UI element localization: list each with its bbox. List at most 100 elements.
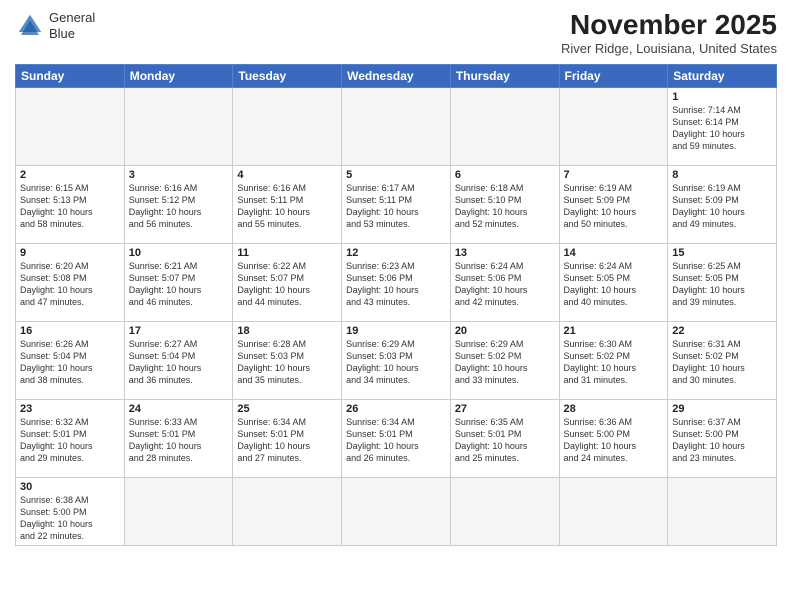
day-number: 6 [455, 169, 555, 181]
calendar-day-cell [233, 477, 342, 546]
calendar-day-cell: 7Sunrise: 6:19 AM Sunset: 5:09 PM Daylig… [559, 165, 668, 243]
calendar-header-row: SundayMondayTuesdayWednesdayThursdayFrid… [16, 64, 777, 87]
day-number: 9 [20, 247, 120, 259]
day-info: Sunrise: 6:28 AM Sunset: 5:03 PM Dayligh… [237, 338, 337, 387]
day-info: Sunrise: 6:33 AM Sunset: 5:01 PM Dayligh… [129, 416, 229, 465]
day-info: Sunrise: 6:22 AM Sunset: 5:07 PM Dayligh… [237, 260, 337, 309]
day-number: 26 [346, 403, 446, 415]
location: River Ridge, Louisiana, United States [561, 41, 777, 56]
day-of-week-header: Wednesday [342, 64, 451, 87]
day-number: 1 [672, 91, 772, 103]
calendar-day-cell: 13Sunrise: 6:24 AM Sunset: 5:06 PM Dayli… [450, 243, 559, 321]
calendar-day-cell: 17Sunrise: 6:27 AM Sunset: 5:04 PM Dayli… [124, 321, 233, 399]
calendar-week-row: 16Sunrise: 6:26 AM Sunset: 5:04 PM Dayli… [16, 321, 777, 399]
calendar-day-cell [559, 87, 668, 165]
day-info: Sunrise: 6:32 AM Sunset: 5:01 PM Dayligh… [20, 416, 120, 465]
day-info: Sunrise: 6:24 AM Sunset: 5:06 PM Dayligh… [455, 260, 555, 309]
calendar-day-cell: 22Sunrise: 6:31 AM Sunset: 5:02 PM Dayli… [668, 321, 777, 399]
day-number: 5 [346, 169, 446, 181]
calendar-day-cell: 27Sunrise: 6:35 AM Sunset: 5:01 PM Dayli… [450, 399, 559, 477]
day-info: Sunrise: 6:23 AM Sunset: 5:06 PM Dayligh… [346, 260, 446, 309]
day-number: 8 [672, 169, 772, 181]
day-number: 24 [129, 403, 229, 415]
calendar-day-cell [124, 477, 233, 546]
calendar-day-cell: 1Sunrise: 7:14 AM Sunset: 6:14 PM Daylig… [668, 87, 777, 165]
calendar-day-cell: 21Sunrise: 6:30 AM Sunset: 5:02 PM Dayli… [559, 321, 668, 399]
day-number: 14 [564, 247, 664, 259]
day-number: 3 [129, 169, 229, 181]
day-info: Sunrise: 6:15 AM Sunset: 5:13 PM Dayligh… [20, 182, 120, 231]
month-title: November 2025 [561, 10, 777, 41]
day-number: 28 [564, 403, 664, 415]
calendar-day-cell: 28Sunrise: 6:36 AM Sunset: 5:00 PM Dayli… [559, 399, 668, 477]
calendar-day-cell: 14Sunrise: 6:24 AM Sunset: 5:05 PM Dayli… [559, 243, 668, 321]
calendar-day-cell [124, 87, 233, 165]
day-number: 13 [455, 247, 555, 259]
calendar-day-cell [233, 87, 342, 165]
logo-text: General Blue [49, 10, 95, 41]
day-info: Sunrise: 6:26 AM Sunset: 5:04 PM Dayligh… [20, 338, 120, 387]
day-number: 17 [129, 325, 229, 337]
calendar-day-cell: 5Sunrise: 6:17 AM Sunset: 5:11 PM Daylig… [342, 165, 451, 243]
calendar-day-cell [559, 477, 668, 546]
day-number: 25 [237, 403, 337, 415]
day-info: Sunrise: 6:38 AM Sunset: 5:00 PM Dayligh… [20, 494, 120, 543]
day-number: 27 [455, 403, 555, 415]
day-of-week-header: Saturday [668, 64, 777, 87]
day-info: Sunrise: 6:18 AM Sunset: 5:10 PM Dayligh… [455, 182, 555, 231]
day-info: Sunrise: 6:36 AM Sunset: 5:00 PM Dayligh… [564, 416, 664, 465]
day-number: 7 [564, 169, 664, 181]
day-of-week-header: Friday [559, 64, 668, 87]
calendar-day-cell: 10Sunrise: 6:21 AM Sunset: 5:07 PM Dayli… [124, 243, 233, 321]
day-info: Sunrise: 6:25 AM Sunset: 5:05 PM Dayligh… [672, 260, 772, 309]
day-number: 19 [346, 325, 446, 337]
calendar-day-cell: 16Sunrise: 6:26 AM Sunset: 5:04 PM Dayli… [16, 321, 125, 399]
calendar-day-cell: 20Sunrise: 6:29 AM Sunset: 5:02 PM Dayli… [450, 321, 559, 399]
day-info: Sunrise: 6:29 AM Sunset: 5:03 PM Dayligh… [346, 338, 446, 387]
header: General Blue November 2025 River Ridge, … [15, 10, 777, 56]
calendar-day-cell: 12Sunrise: 6:23 AM Sunset: 5:06 PM Dayli… [342, 243, 451, 321]
calendar-day-cell [16, 87, 125, 165]
day-info: Sunrise: 7:14 AM Sunset: 6:14 PM Dayligh… [672, 104, 772, 153]
day-info: Sunrise: 6:19 AM Sunset: 5:09 PM Dayligh… [672, 182, 772, 231]
day-info: Sunrise: 6:34 AM Sunset: 5:01 PM Dayligh… [237, 416, 337, 465]
day-info: Sunrise: 6:24 AM Sunset: 5:05 PM Dayligh… [564, 260, 664, 309]
day-number: 4 [237, 169, 337, 181]
day-info: Sunrise: 6:16 AM Sunset: 5:11 PM Dayligh… [237, 182, 337, 231]
day-info: Sunrise: 6:19 AM Sunset: 5:09 PM Dayligh… [564, 182, 664, 231]
day-number: 29 [672, 403, 772, 415]
day-info: Sunrise: 6:29 AM Sunset: 5:02 PM Dayligh… [455, 338, 555, 387]
calendar-day-cell [450, 87, 559, 165]
day-info: Sunrise: 6:30 AM Sunset: 5:02 PM Dayligh… [564, 338, 664, 387]
day-number: 11 [237, 247, 337, 259]
day-of-week-header: Monday [124, 64, 233, 87]
day-info: Sunrise: 6:35 AM Sunset: 5:01 PM Dayligh… [455, 416, 555, 465]
day-number: 23 [20, 403, 120, 415]
calendar-week-row: 2Sunrise: 6:15 AM Sunset: 5:13 PM Daylig… [16, 165, 777, 243]
calendar-table: SundayMondayTuesdayWednesdayThursdayFrid… [15, 64, 777, 547]
calendar-day-cell [668, 477, 777, 546]
logo: General Blue [15, 10, 95, 41]
calendar-day-cell: 2Sunrise: 6:15 AM Sunset: 5:13 PM Daylig… [16, 165, 125, 243]
calendar-day-cell: 11Sunrise: 6:22 AM Sunset: 5:07 PM Dayli… [233, 243, 342, 321]
day-number: 2 [20, 169, 120, 181]
calendar-week-row: 9Sunrise: 6:20 AM Sunset: 5:08 PM Daylig… [16, 243, 777, 321]
calendar-week-row: 23Sunrise: 6:32 AM Sunset: 5:01 PM Dayli… [16, 399, 777, 477]
day-number: 15 [672, 247, 772, 259]
page: General Blue November 2025 River Ridge, … [0, 0, 792, 612]
day-number: 12 [346, 247, 446, 259]
calendar-day-cell: 8Sunrise: 6:19 AM Sunset: 5:09 PM Daylig… [668, 165, 777, 243]
day-info: Sunrise: 6:21 AM Sunset: 5:07 PM Dayligh… [129, 260, 229, 309]
calendar-day-cell: 3Sunrise: 6:16 AM Sunset: 5:12 PM Daylig… [124, 165, 233, 243]
day-number: 21 [564, 325, 664, 337]
title-block: November 2025 River Ridge, Louisiana, Un… [561, 10, 777, 56]
calendar-week-row: 1Sunrise: 7:14 AM Sunset: 6:14 PM Daylig… [16, 87, 777, 165]
calendar-day-cell: 26Sunrise: 6:34 AM Sunset: 5:01 PM Dayli… [342, 399, 451, 477]
calendar-day-cell: 9Sunrise: 6:20 AM Sunset: 5:08 PM Daylig… [16, 243, 125, 321]
day-info: Sunrise: 6:20 AM Sunset: 5:08 PM Dayligh… [20, 260, 120, 309]
calendar-day-cell: 18Sunrise: 6:28 AM Sunset: 5:03 PM Dayli… [233, 321, 342, 399]
day-info: Sunrise: 6:27 AM Sunset: 5:04 PM Dayligh… [129, 338, 229, 387]
calendar-day-cell: 30Sunrise: 6:38 AM Sunset: 5:00 PM Dayli… [16, 477, 125, 546]
day-number: 20 [455, 325, 555, 337]
calendar-day-cell: 24Sunrise: 6:33 AM Sunset: 5:01 PM Dayli… [124, 399, 233, 477]
